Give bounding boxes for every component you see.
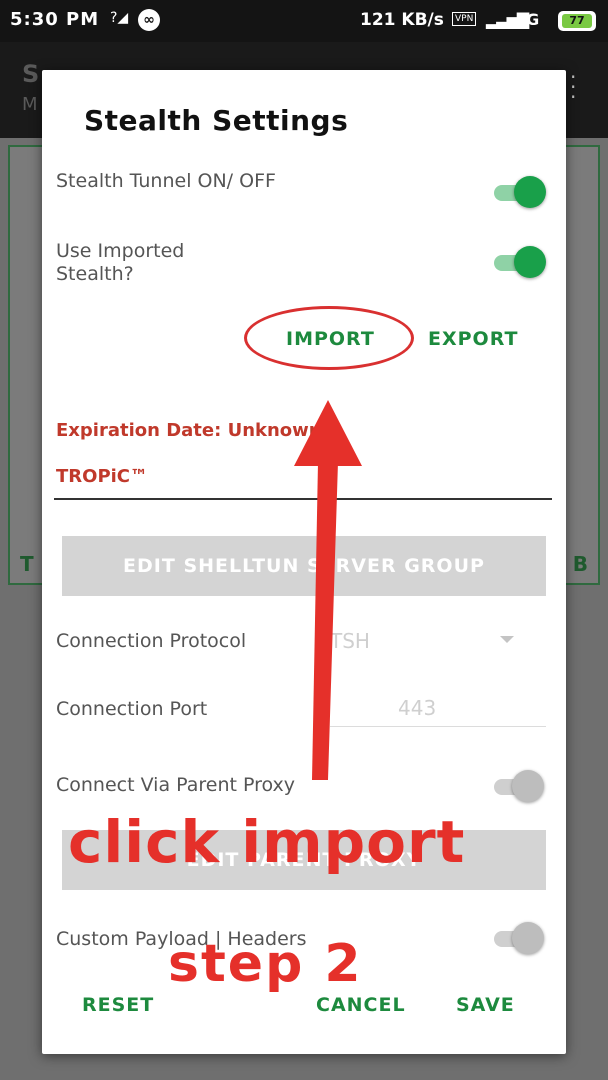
connection-protocol-label: Connection Protocol [56, 630, 247, 652]
connection-protocol-select[interactable]: TSH [330, 629, 370, 653]
chevron-down-icon[interactable] [500, 636, 514, 643]
background-subtitle-fragment: M [22, 94, 38, 115]
stealth-tunnel-label: Stealth Tunnel ON/ OFF [56, 170, 276, 192]
expiration-date: Expiration Date: Unknown [56, 420, 322, 441]
parent-proxy-toggle[interactable] [490, 768, 548, 804]
signal-icon: ?◢ [110, 10, 129, 26]
config-name: TROPiC™ [56, 466, 149, 487]
vpn-badge: VPN [452, 12, 477, 26]
background-fragment-left: T [20, 552, 34, 576]
custom-payload-label: Custom Payload | Headers [56, 928, 307, 950]
save-button[interactable]: SAVE [456, 994, 515, 1016]
overflow-menu-icon: · · · [570, 65, 577, 109]
background-title-fragment: S [22, 60, 40, 88]
network-speed: 121 KB/s [360, 10, 444, 30]
connection-port-label: Connection Port [56, 698, 208, 720]
edit-server-group-button[interactable]: EDIT SHELLTUN SERVER GROUP [62, 536, 546, 596]
background-fragment-right: B [572, 552, 588, 576]
use-imported-stealth-toggle[interactable] [490, 244, 548, 280]
battery-icon: 77 [558, 11, 596, 31]
toggle-knob [512, 770, 544, 802]
stealth-settings-dialog: Stealth Settings Stealth Tunnel ON/ OFF … [42, 70, 566, 1054]
connection-port-input[interactable]: 443 [398, 696, 436, 720]
network-type: 4G [515, 10, 540, 29]
toggle-knob [514, 246, 546, 278]
edit-parent-proxy-button[interactable]: EDIT PARENT PROXY [62, 830, 546, 890]
infinity-icon: ∞ [138, 9, 160, 31]
port-input-underline [330, 726, 546, 727]
export-button[interactable]: EXPORT [428, 328, 518, 350]
toggle-knob [512, 922, 544, 954]
dialog-title: Stealth Settings [84, 104, 349, 137]
battery-level: 77 [562, 14, 592, 28]
parent-proxy-label: Connect Via Parent Proxy [56, 774, 296, 796]
use-imported-stealth-label: Use Imported Stealth? [56, 240, 185, 285]
import-button[interactable]: IMPORT [286, 328, 375, 350]
status-bar: 5:30 PM ?◢ ∞ 121 KB/s VPN ▂▃▅▇ 4G 77 [0, 0, 608, 42]
reset-button[interactable]: RESET [82, 994, 154, 1016]
toggle-knob [514, 176, 546, 208]
custom-payload-toggle[interactable] [490, 920, 548, 956]
config-name-underline [54, 498, 552, 500]
cancel-button[interactable]: CANCEL [316, 994, 406, 1016]
stealth-tunnel-toggle[interactable] [490, 174, 548, 210]
status-time: 5:30 PM [10, 9, 100, 30]
